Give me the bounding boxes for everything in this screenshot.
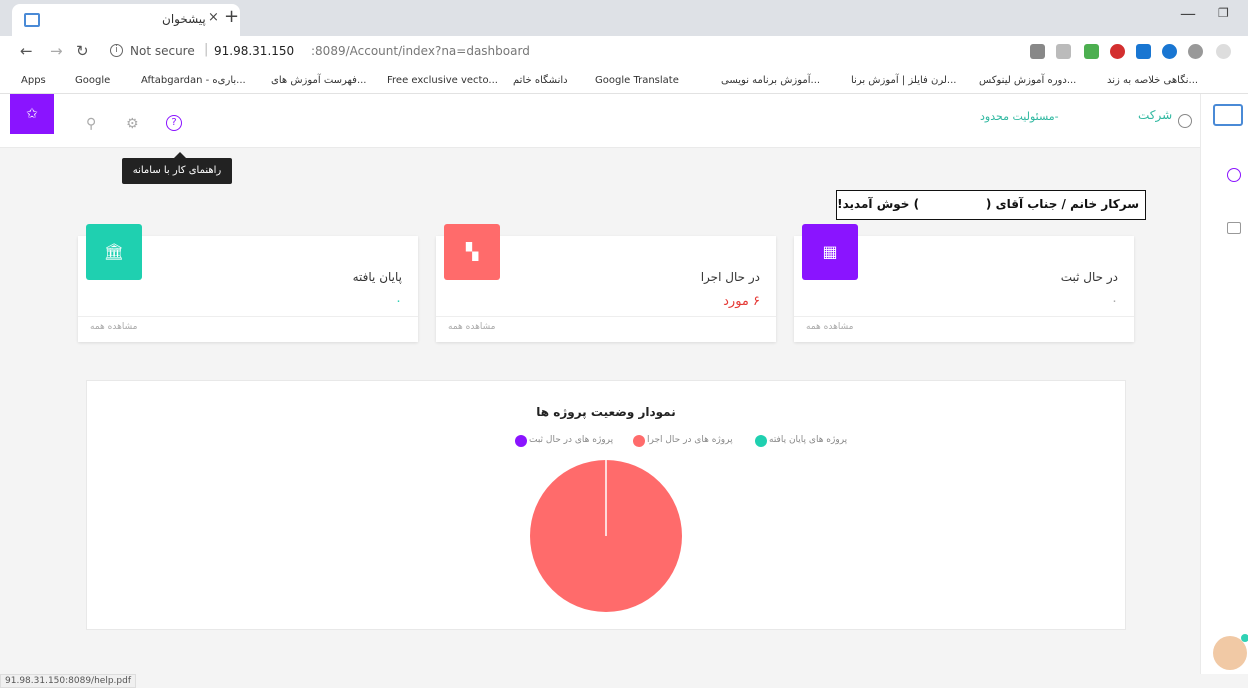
reload-icon[interactable]: ↻	[76, 42, 89, 60]
key-icon[interactable]	[1030, 44, 1045, 59]
welcome-box: سرکار خانم / جناب آقای ( ) خوش آمدید!	[836, 190, 1146, 220]
bookmark-item[interactable]: آموزش برنامه نویسی...	[708, 74, 820, 86]
card-in-progress[interactable]: ▚ در حال اجرا ۶ مورد مشاهده همه	[436, 224, 776, 342]
app-root: ✩ ⚲ ⚙ ? -مسئولیت محدود شرکت راهنمای کار …	[0, 94, 1248, 674]
card-divider	[794, 316, 1134, 317]
legend-label[interactable]: پروژه های در حال ثبت	[529, 435, 613, 445]
bookmark-favicon-icon	[128, 74, 138, 84]
view-all-link[interactable]: مشاهده همه	[806, 322, 853, 332]
bookmark-favicon-icon	[838, 74, 848, 84]
card-title: در حال ثبت	[1060, 270, 1118, 284]
star-icon[interactable]	[1056, 44, 1071, 59]
widgets-icon: ▚	[444, 224, 500, 280]
bookmark-favicon-icon	[966, 74, 976, 84]
card-finished[interactable]: 🏛 پایان یافته ۰ مشاهده همه	[78, 224, 418, 342]
tab-close-icon[interactable]: ×	[208, 10, 219, 25]
bookmark-item[interactable]: دوره آموزش لینوکس...	[966, 74, 1076, 86]
url-input[interactable]: i Not secure | 91.98.31.150 :8089/Accoun…	[100, 40, 1010, 64]
card-value: ۰	[1111, 294, 1118, 309]
project-status-chart: نمودار وضعیت پروژه ها پروژه های پایان یا…	[86, 380, 1126, 630]
extension-grey-icon[interactable]	[1188, 44, 1203, 59]
browser-tab-bar: پیشخوان × + — ❐	[0, 0, 1248, 36]
pie-chart	[530, 460, 682, 612]
bookmark-favicon-icon	[374, 74, 384, 84]
card-value: ۶ مورد	[723, 294, 760, 309]
bookmark-item[interactable]: Aftabgardan - باری‌ه...	[128, 74, 246, 86]
bookmarks-bar: Apps Google Aftabgardan - باری‌ه... فهرس…	[0, 68, 1248, 94]
view-all-link[interactable]: مشاهده همه	[90, 322, 137, 332]
url-separator: |	[204, 42, 209, 57]
forward-icon[interactable]: →	[50, 42, 63, 60]
address-bar-row: ← → ↻ i Not secure | 91.98.31.150 :8089/…	[0, 36, 1248, 68]
help-tooltip: راهنمای کار با سامانه	[122, 152, 232, 184]
extension-green-icon[interactable]	[1084, 44, 1099, 59]
bookmark-item[interactable]: Google	[62, 74, 110, 86]
extension-icons	[1030, 44, 1240, 62]
bookmark-item[interactable]: Google Translate	[582, 74, 679, 86]
bookmark-item[interactable]: لرن فایلز | آموزش برنا...	[838, 74, 956, 86]
app-header: ✩ ⚲ ⚙ ? -مسئولیت محدود شرکت	[0, 94, 1200, 148]
view-all-link[interactable]: مشاهده همه	[448, 322, 495, 332]
browser-tab[interactable]: پیشخوان ×	[12, 4, 240, 36]
company-label: شرکت	[1138, 108, 1173, 122]
bank-icon: 🏛	[86, 224, 142, 280]
right-sidebar	[1200, 94, 1248, 674]
tab-title: پیشخوان	[162, 12, 206, 26]
legend-label[interactable]: پروژه های پایان یافته	[769, 435, 847, 445]
google-icon	[62, 74, 72, 84]
bookmark-favicon-icon	[258, 74, 268, 84]
restore-icon[interactable]: ❐	[1218, 6, 1229, 20]
status-bar-url: 91.98.31.150:8089/help.pdf	[0, 674, 136, 688]
handshake-logo-icon[interactable]	[1213, 104, 1243, 126]
back-icon[interactable]: ←	[20, 42, 33, 60]
bookmark-item[interactable]: دانشگاه خاتم	[500, 74, 568, 86]
chart-title: نمودار وضعیت پروژه ها	[536, 405, 676, 419]
url-host: 91.98.31.150	[214, 44, 295, 58]
card-value: ۰	[395, 294, 402, 309]
minimize-icon[interactable]: —	[1180, 4, 1196, 23]
url-path: :8089/Account/index?na=dashboard	[311, 44, 530, 58]
bookmark-item[interactable]: فهرست آموزش های...	[258, 74, 367, 86]
power-icon[interactable]	[1178, 114, 1192, 128]
extension-blue2-icon[interactable]	[1162, 44, 1177, 59]
not-secure-label: Not secure	[130, 44, 195, 58]
adblock-icon[interactable]	[1110, 44, 1125, 59]
welcome-text: سرکار خانم / جناب آقای ( ) خوش آمدید!	[837, 197, 1139, 211]
legend-dot[interactable]	[755, 435, 767, 447]
profile-icon[interactable]	[1216, 44, 1231, 59]
translate-icon	[582, 74, 592, 84]
legend-dot[interactable]	[515, 435, 527, 447]
briefcase-icon[interactable]	[1227, 222, 1241, 234]
bookmark-item[interactable]: Free exclusive vecto...	[374, 74, 498, 86]
card-title: در حال اجرا	[700, 270, 760, 284]
user-plus-icon: ✩	[26, 106, 38, 122]
extension-blue-icon[interactable]	[1136, 44, 1151, 59]
bookmark-item[interactable]: Apps	[8, 74, 46, 86]
card-registering[interactable]: ▦ در حال ثبت ۰ مشاهده همه	[794, 224, 1134, 342]
card-title: پایان یافته	[352, 270, 402, 284]
card-divider	[436, 316, 776, 317]
site-favicon-icon	[24, 13, 40, 27]
apps-icon	[8, 74, 18, 84]
bookmark-favicon-icon	[500, 74, 510, 84]
search-icon[interactable]: ⚲	[86, 116, 96, 132]
online-status-dot	[1241, 634, 1248, 642]
settings-icon[interactable]: ⚙	[126, 116, 139, 132]
new-tab-icon[interactable]: +	[224, 6, 239, 27]
bookmark-favicon-icon	[708, 74, 718, 84]
legend-label[interactable]: پروژه های در حال اجرا	[647, 435, 733, 445]
building-icon: ▦	[802, 224, 858, 280]
dashboard-gauge-icon[interactable]	[1227, 168, 1241, 182]
company-suffix: -مسئولیت محدود	[980, 110, 1059, 123]
card-divider	[78, 316, 418, 317]
info-icon[interactable]: i	[110, 44, 123, 57]
bookmark-favicon-icon	[1094, 74, 1104, 84]
bookmark-item[interactable]: نگاهی خلاصه به زند...	[1094, 74, 1198, 86]
user-plus-button[interactable]: ✩	[10, 94, 54, 134]
help-icon[interactable]: ?	[166, 115, 182, 131]
legend-dot[interactable]	[633, 435, 645, 447]
